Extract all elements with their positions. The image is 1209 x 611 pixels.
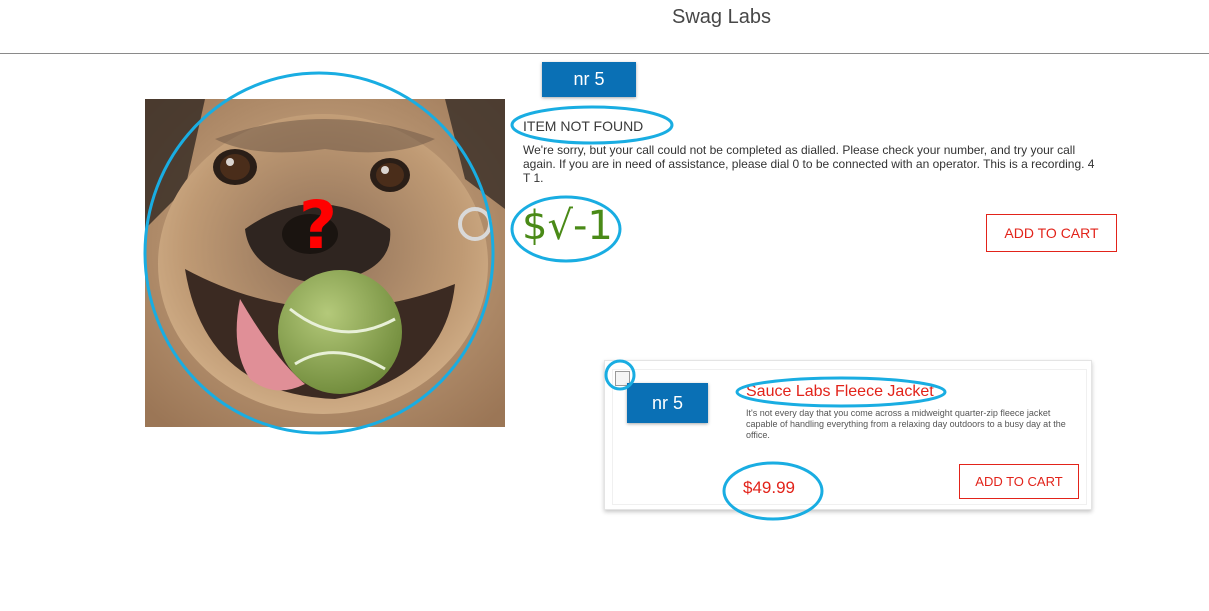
item-price: $√-1 [522, 203, 613, 249]
card-item-description: It's not every day that you come across … [746, 408, 1066, 440]
card-badge: nr 5 [627, 383, 708, 423]
pug-with-tennis-ball-photo: ? [145, 99, 505, 427]
card-item-price: $49.99 [743, 478, 795, 497]
card-add-to-cart-button[interactable]: ADD TO CART [959, 464, 1079, 499]
item-description: We're sorry, but your call could not be … [523, 143, 1095, 185]
product-image: ? [145, 99, 505, 427]
header: Swag Labs [0, 0, 1209, 54]
item-name[interactable]: ITEM NOT FOUND [523, 118, 643, 134]
app-title: Swag Labs [672, 6, 771, 28]
top-badge: nr 5 [542, 62, 636, 97]
card-item-name-link[interactable]: Sauce Labs Fleece Jacket [746, 383, 934, 401]
add-to-cart-button[interactable]: ADD TO CART [986, 214, 1117, 252]
question-mark: ? [299, 187, 337, 264]
